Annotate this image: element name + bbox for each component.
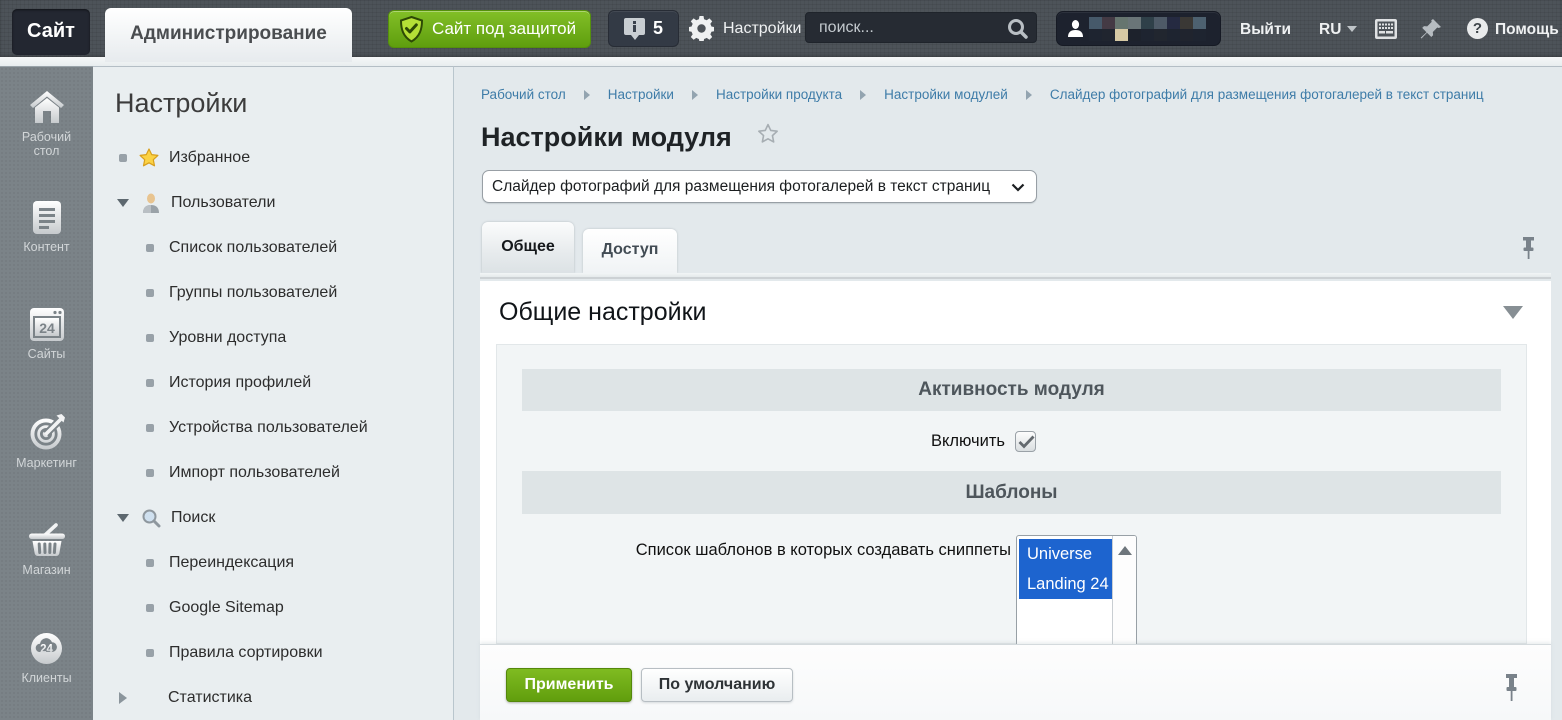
svg-text:24: 24 [40,644,53,656]
svg-text:24: 24 [39,320,55,336]
